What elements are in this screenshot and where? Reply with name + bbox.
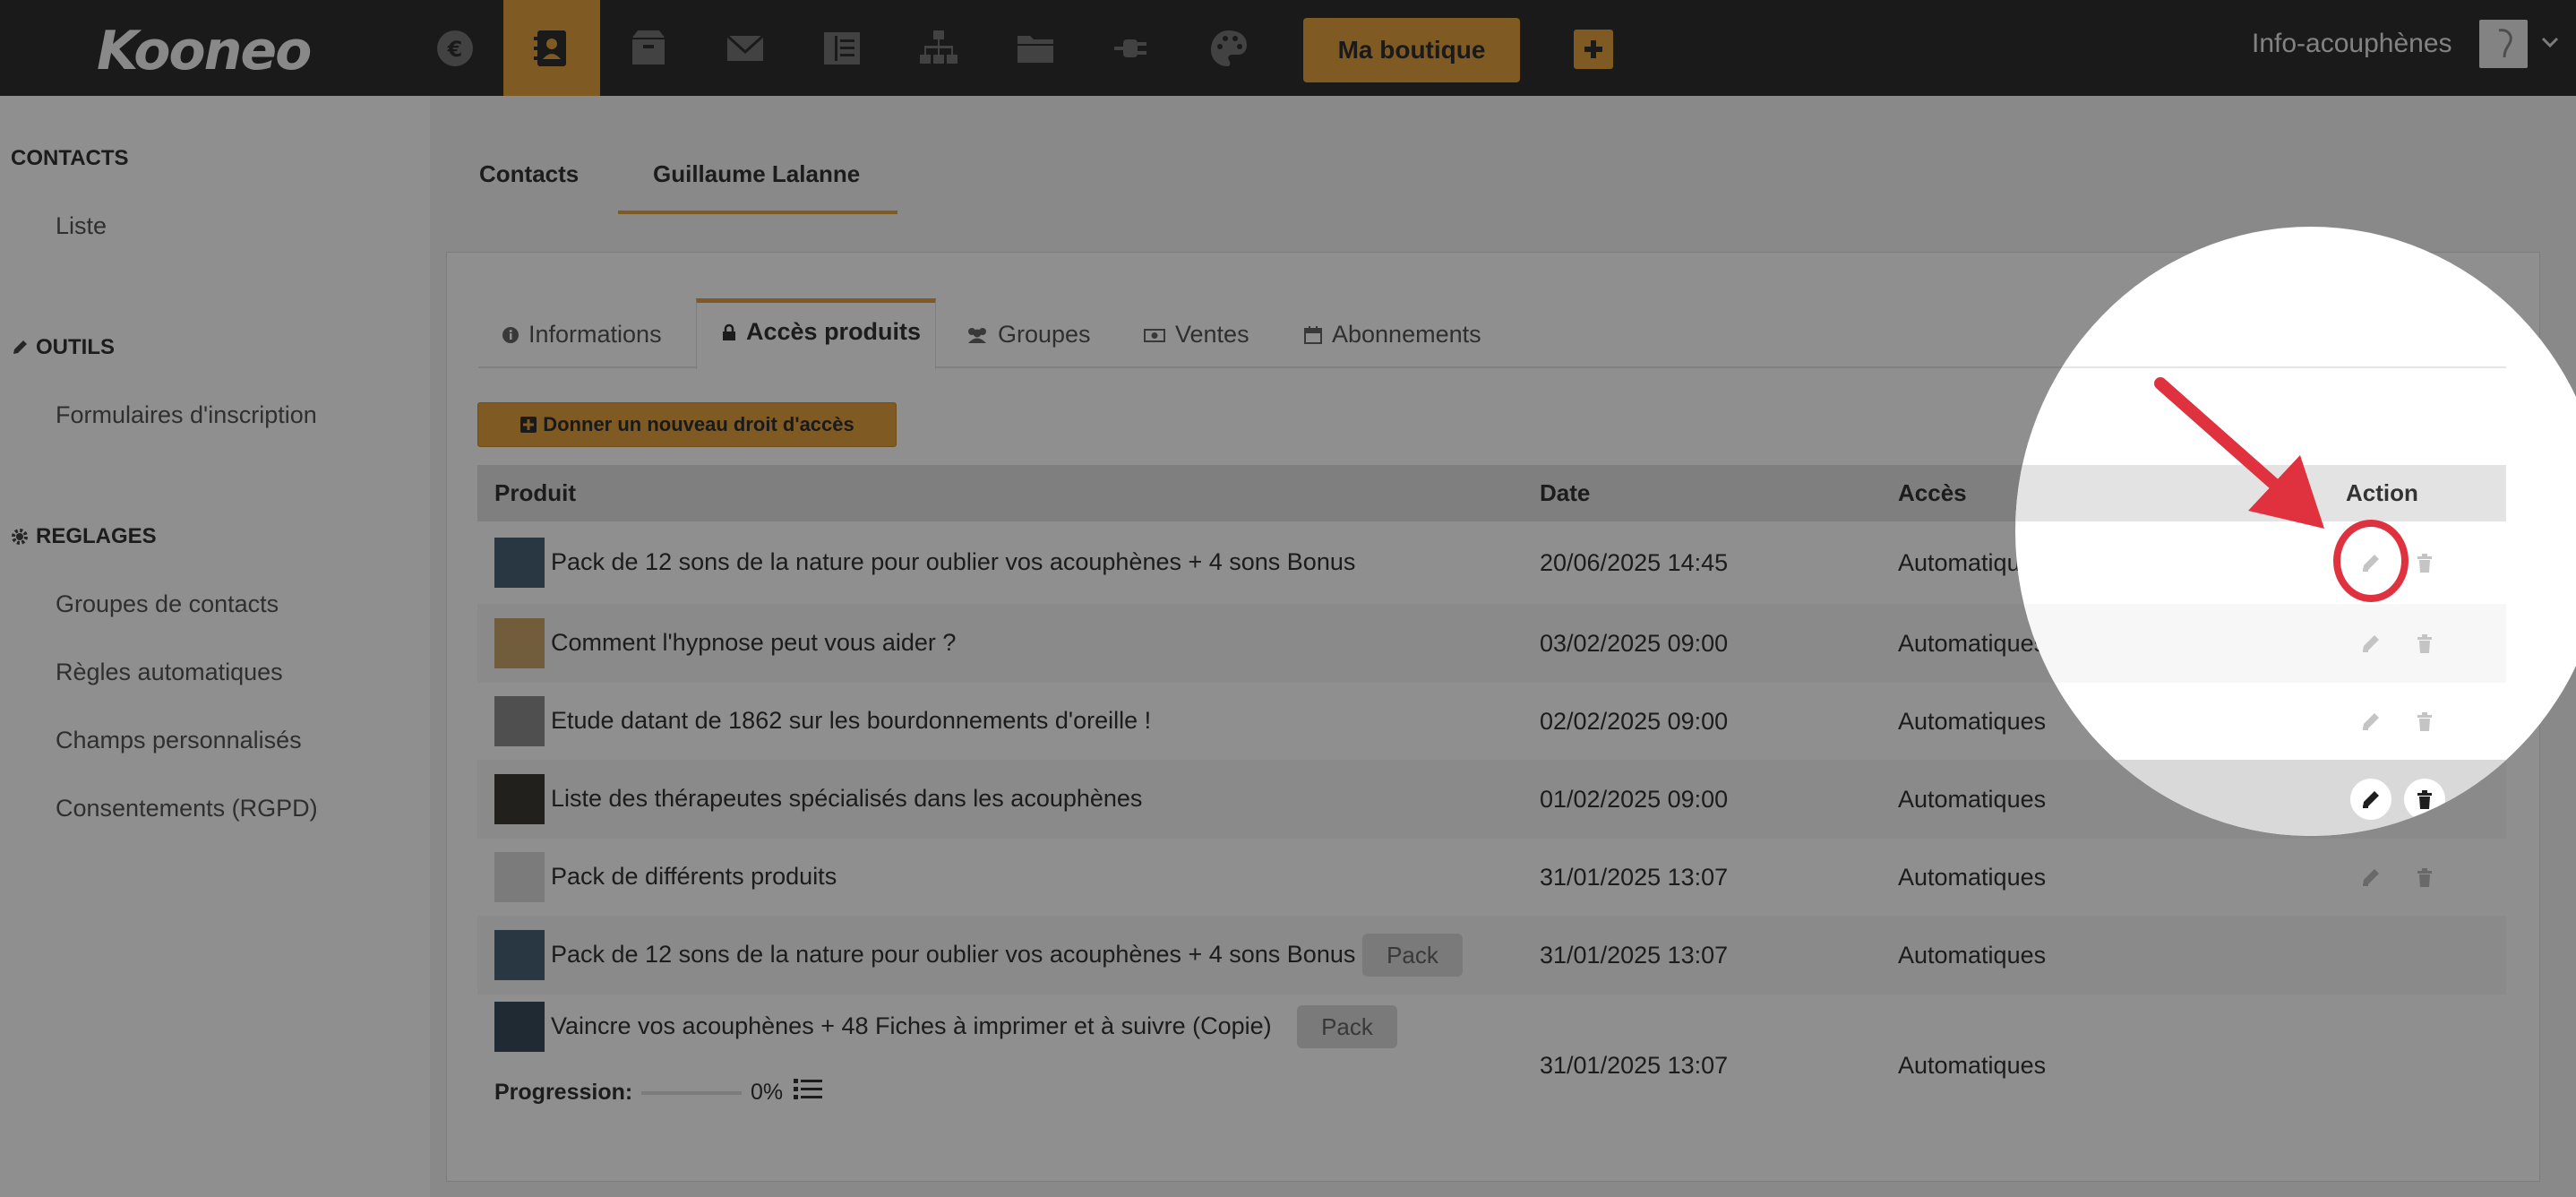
access-type: Automatiques [1898, 942, 2047, 969]
grant-access-button[interactable]: Donner un nouveau droit d'accès [477, 402, 897, 447]
pack-badge: Pack [1297, 1005, 1397, 1048]
progress-value: 0% [751, 1080, 784, 1105]
product-thumbnail [494, 696, 545, 746]
ma-boutique-button[interactable]: Ma boutique [1303, 18, 1520, 82]
tab-contacts[interactable]: Contacts [479, 160, 579, 188]
sitemap-icon[interactable] [890, 0, 987, 96]
access-date: 31/01/2025 13:07 [1540, 942, 1729, 969]
tab-underline [618, 211, 897, 214]
tab-acces-produits[interactable]: Accès produits [721, 318, 921, 346]
edit-pencil-icon[interactable] [2353, 781, 2389, 817]
progress-label: Progression: [494, 1080, 633, 1105]
column-header-acces[interactable]: Accès [1898, 479, 1967, 507]
tab-guillaume-lalanne[interactable]: Guillaume Lalanne [653, 160, 860, 188]
sidebar [0, 96, 430, 1197]
sidebar-item-groupes-contacts[interactable]: Groupes de contacts [56, 590, 279, 618]
sidebar-item-champs[interactable]: Champs personnalisés [56, 727, 302, 754]
info-icon [502, 326, 519, 343]
tab-abonnements[interactable]: Abonnements [1303, 321, 1481, 349]
account-name[interactable]: Info-acouphènes [2252, 29, 2452, 59]
lock-icon [723, 323, 735, 340]
sidebar-item-formulaires[interactable]: Formulaires d'inscription [56, 401, 317, 429]
kooneo-logo[interactable]: Kooneo [97, 20, 312, 82]
access-type: Automatiques [1898, 1052, 2047, 1079]
product-name: Pack de différents produits [551, 863, 837, 890]
contact-card-icon[interactable] [503, 0, 600, 96]
sidebar-section-reglages: REGLAGES [11, 524, 157, 549]
plus-square-icon [520, 417, 537, 433]
columns-icon[interactable] [794, 0, 890, 96]
box-icon[interactable] [600, 0, 697, 96]
delete-trash-icon[interactable] [2407, 703, 2443, 739]
access-date: 31/01/2025 13:07 [1540, 864, 1729, 891]
access-date: 20/06/2025 14:45 [1540, 549, 1729, 576]
edit-pencil-icon[interactable] [2353, 625, 2389, 661]
tab-groupes[interactable]: Groupes [966, 321, 1091, 349]
access-date: 31/01/2025 13:07 [1540, 1052, 1729, 1079]
progress-bar [641, 1091, 742, 1095]
plus-icon[interactable] [1574, 30, 1613, 69]
product-name: Vaincre vos acouphènes + 48 Fiches à imp… [551, 1012, 1272, 1039]
mail-icon[interactable] [697, 0, 794, 96]
red-arrow-annotation [2150, 367, 2329, 542]
column-header-produit[interactable]: Produit [494, 479, 576, 507]
chevron-down-icon[interactable] [2540, 32, 2560, 56]
sidebar-section-contacts: CONTACTS [11, 146, 129, 170]
product-thumbnail [494, 774, 545, 824]
access-date: 01/02/2025 09:00 [1540, 786, 1729, 813]
tab-ventes[interactable]: Ventes [1143, 321, 1249, 349]
product-thumbnail [494, 852, 545, 902]
product-name: Pack de 12 sons de la nature pour oublie… [551, 548, 1356, 575]
product-name: Liste des thérapeutes spécialisés dans l… [551, 785, 1143, 812]
product-name: Etude datant de 1862 sur les bourdonneme… [551, 707, 1152, 734]
sidebar-item-consentements[interactable]: Consentements (RGPD) [56, 795, 318, 822]
delete-trash-icon[interactable] [2407, 545, 2443, 581]
users-icon [968, 327, 986, 343]
product-name: Pack de 12 sons de la nature pour oublie… [551, 941, 1356, 968]
tab-informations[interactable]: Informations [502, 321, 662, 349]
product-thumbnail [494, 930, 545, 980]
red-circle-annotation [2333, 520, 2409, 602]
list-icon[interactable] [794, 1077, 822, 1107]
calendar-icon [1304, 325, 1322, 344]
access-date: 03/02/2025 09:00 [1540, 630, 1729, 657]
svg-text:€: € [447, 37, 463, 62]
pencil-icon [13, 340, 27, 354]
edit-pencil-icon[interactable] [2353, 859, 2389, 895]
delete-trash-icon[interactable] [2407, 625, 2443, 661]
access-type: Automatiques [1898, 864, 2047, 891]
top-bar: Kooneo € Ma boutique Info-acouphènes [0, 0, 2576, 96]
column-header-date[interactable]: Date [1540, 479, 1590, 507]
plug-icon[interactable] [1084, 0, 1181, 96]
folder-icon[interactable] [987, 0, 1084, 96]
money-icon [1144, 328, 1165, 342]
product-thumbnail [494, 538, 545, 588]
access-date: 02/02/2025 09:00 [1540, 708, 1729, 735]
delete-trash-icon[interactable] [2407, 781, 2443, 817]
edit-pencil-icon[interactable] [2353, 703, 2389, 739]
sidebar-item-regles[interactable]: Règles automatiques [56, 659, 283, 686]
pack-badge: Pack [1362, 934, 1463, 977]
euro-icon[interactable]: € [407, 0, 503, 96]
product-thumbnail [494, 1002, 545, 1052]
sidebar-item-liste[interactable]: Liste [56, 212, 107, 240]
avatar[interactable] [2479, 20, 2528, 68]
sidebar-section-outils: OUTILS [11, 335, 115, 360]
product-name: Comment l'hypnose peut vous aider ? [551, 629, 957, 656]
delete-trash-icon[interactable] [2407, 859, 2443, 895]
palette-icon[interactable] [1181, 0, 1277, 96]
product-thumbnail [494, 618, 545, 668]
spotlight-action-header: Action [2346, 479, 2418, 506]
gear-icon [12, 529, 28, 545]
